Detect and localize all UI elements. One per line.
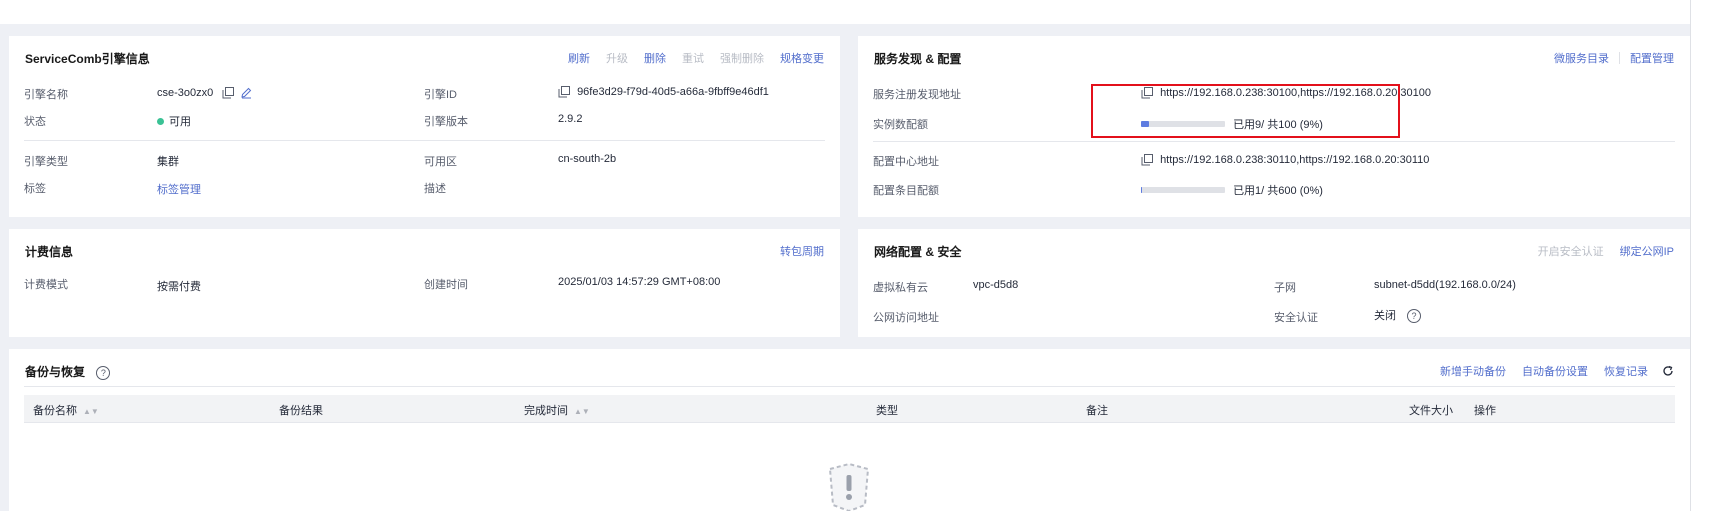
bind-public-ip-button[interactable]: 绑定公网IP	[1620, 243, 1674, 259]
config-quota-text: 已用1/ 共600 (0%)	[1233, 185, 1323, 197]
upgrade-button[interactable]: 升级	[606, 50, 628, 66]
tags-label: 标签	[24, 183, 46, 195]
subnet-value: subnet-d5dd(192.168.0.0/24)	[1374, 279, 1516, 291]
col-backup-name-label: 备份名称	[33, 405, 77, 417]
enable-auth-button[interactable]: 开启安全认证	[1538, 243, 1604, 259]
config-center-value: https://192.168.0.238:30110,https://192.…	[1160, 154, 1430, 166]
sort-icon[interactable]: ▲▼	[83, 407, 99, 416]
tags-manage-link[interactable]: 标签管理	[157, 181, 201, 197]
billing-actions: 转包周期	[764, 243, 824, 259]
backup-actions: 新增手动备份 自动备份设置 恢复记录	[1424, 363, 1674, 379]
status-label: 状态	[24, 116, 46, 128]
refresh-icon[interactable]	[1662, 365, 1674, 377]
engine-name-field: cse-3o0zx0	[157, 87, 252, 99]
backup-card-title: 备份与恢复 ?	[25, 363, 111, 380]
instance-quota-label: 实例数配额	[873, 119, 928, 131]
subnet-label: 子网	[1274, 282, 1296, 294]
discovery-divider	[873, 141, 1675, 142]
change-spec-button[interactable]: 规格变更	[780, 50, 824, 66]
created-time-label: 创建时间	[424, 279, 468, 291]
auth-label: 安全认证	[1274, 312, 1318, 324]
engine-version-label: 引擎版本	[424, 116, 468, 128]
network-card-title: 网络配置 & 安全	[874, 245, 962, 259]
empty-state-icon	[828, 462, 870, 511]
status-badge: 可用	[157, 113, 191, 129]
action-separator	[1619, 52, 1620, 64]
copy-icon[interactable]	[222, 87, 235, 99]
microservice-catalog-link[interactable]: 微服务目录	[1554, 50, 1609, 66]
backup-title-text: 备份与恢复	[25, 365, 86, 379]
engine-name-value: cse-3o0zx0	[157, 87, 214, 99]
az-value: cn-south-2b	[558, 153, 617, 165]
col-backup-name[interactable]: 备份名称 ▲▼	[33, 402, 99, 418]
engine-info-card: ServiceComb引擎信息 刷新 升级 删除 重试 强制删除 规格变更 引擎…	[9, 36, 840, 217]
engine-card-title: ServiceComb引擎信息	[25, 52, 150, 66]
created-time-value: 2025/01/03 14:57:29 GMT+08:00	[558, 276, 721, 288]
public-address-label: 公网访问地址	[873, 312, 939, 324]
col-actions: 操作	[1474, 405, 1496, 417]
copy-icon[interactable]	[1141, 154, 1153, 166]
refresh-button[interactable]: 刷新	[568, 50, 590, 66]
az-label: 可用区	[424, 156, 457, 168]
desc-label: 描述	[424, 183, 446, 195]
network-card: 网络配置 & 安全 开启安全认证 绑定公网IP 虚拟私有云 vpc-d5d8 公…	[858, 229, 1690, 337]
col-backup-result: 备份结果	[279, 405, 323, 417]
edit-icon[interactable]	[240, 87, 252, 99]
engine-id-label: 引擎ID	[424, 89, 457, 101]
col-finish-time-label: 完成时间	[524, 405, 568, 417]
auth-value: 关闭	[1374, 310, 1396, 322]
config-quota-bar-fill	[1141, 187, 1142, 194]
retry-button[interactable]: 重试	[682, 50, 704, 66]
config-quota-field: 已用1/ 共600 (0%)	[1141, 182, 1323, 198]
vpc-value: vpc-d5d8	[973, 279, 1019, 291]
restore-records-button[interactable]: 恢复记录	[1604, 363, 1648, 379]
status-dot-icon	[157, 117, 164, 125]
engine-type-value: 集群	[157, 156, 179, 168]
engine-id-value: 96fe3d29-f79d-40d5-a66a-9fbff9e46df1	[577, 86, 769, 98]
billing-mode-value: 按需付费	[157, 281, 201, 293]
sort-icon[interactable]: ▲▼	[574, 407, 590, 416]
backup-header-divider	[24, 386, 1675, 387]
col-type: 类型	[876, 405, 898, 417]
col-remark: 备注	[1086, 405, 1108, 417]
engine-divider	[24, 140, 825, 141]
billing-card: 计费信息 转包周期 计费模式 按需付费 创建时间 2025/01/03 14:5…	[9, 229, 840, 337]
add-manual-backup-button[interactable]: 新增手动备份	[1440, 363, 1506, 379]
help-icon[interactable]: ?	[1407, 309, 1422, 324]
registry-address-label: 服务注册发现地址	[873, 89, 961, 101]
auth-field: 关闭 ?	[1374, 307, 1422, 324]
billing-mode-label: 计费模式	[24, 279, 68, 291]
engine-name-label: 引擎名称	[24, 89, 68, 101]
discovery-card-title: 服务发现 & 配置	[874, 52, 962, 66]
status-value: 可用	[169, 116, 191, 128]
engine-version-value: 2.9.2	[558, 113, 583, 125]
billing-card-title: 计费信息	[25, 245, 74, 259]
copy-icon[interactable]	[558, 86, 570, 98]
force-delete-button[interactable]: 强制删除	[720, 50, 764, 66]
engine-type-label: 引擎类型	[24, 156, 68, 168]
backup-card: 备份与恢复 ? 新增手动备份 自动备份设置 恢复记录 备份名称 ▲▼ 备份结果 完…	[9, 349, 1690, 511]
engine-actions: 刷新 升级 删除 重试 强制删除 规格变更	[552, 50, 824, 66]
config-center-field: https://192.168.0.238:30110,https://192.…	[1141, 154, 1429, 166]
auto-backup-settings-button[interactable]: 自动备份设置	[1522, 363, 1588, 379]
col-file-size: 文件大小	[1409, 405, 1453, 417]
config-quota-bar	[1141, 187, 1225, 194]
config-quota-label: 配置条目配额	[873, 185, 939, 197]
vpc-label: 虚拟私有云	[873, 282, 928, 294]
switch-to-yearly-button[interactable]: 转包周期	[780, 243, 824, 259]
delete-button[interactable]: 删除	[644, 50, 666, 66]
network-actions: 开启安全认证 绑定公网IP	[1522, 243, 1674, 259]
top-strip	[0, 0, 1690, 24]
highlight-box	[1091, 84, 1400, 138]
col-finish-time[interactable]: 完成时间 ▲▼	[524, 402, 590, 418]
config-manage-link[interactable]: 配置管理	[1630, 50, 1674, 66]
discovery-actions: 微服务目录 配置管理	[1538, 50, 1674, 66]
engine-id-field: 96fe3d29-f79d-40d5-a66a-9fbff9e46df1	[558, 86, 769, 98]
right-gutter	[1690, 0, 1729, 511]
config-center-label: 配置中心地址	[873, 156, 939, 168]
help-icon[interactable]: ?	[96, 365, 111, 380]
